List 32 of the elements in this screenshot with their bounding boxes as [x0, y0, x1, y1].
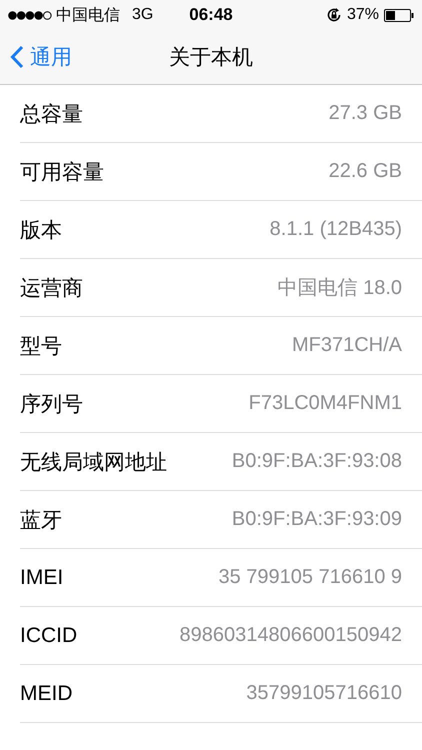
signal-icon	[8, 10, 52, 20]
row-value: 35 799105 716610 9	[218, 566, 402, 589]
row-value: 8.1.1 (12B435)	[270, 218, 402, 241]
row-value: MF371CH/A	[292, 334, 402, 357]
row-label: 版本	[20, 218, 62, 244]
clock-time: 06:48	[189, 5, 233, 25]
battery-percent: 37%	[346, 6, 380, 24]
row-value: 89860314806600150942	[180, 624, 402, 647]
battery-icon	[384, 8, 414, 22]
row-label: 蓝牙	[20, 508, 62, 534]
row-value: B0:9F:BA:3F:93:09	[232, 508, 402, 531]
row-label: 总容量	[20, 102, 83, 128]
chevron-left-icon	[10, 45, 24, 69]
row-label: 无线局域网地址	[20, 450, 167, 476]
back-button[interactable]: 通用	[0, 43, 72, 71]
row-value: B0:9F:BA:3F:93:08	[232, 450, 402, 473]
row-label: 运营商	[20, 276, 83, 302]
row-label: ICCID	[20, 624, 78, 648]
row-value: 27.3 GB	[328, 102, 402, 125]
row-label: 序列号	[20, 392, 83, 418]
row-label: MEID	[20, 682, 72, 706]
row-value: 35799105716610	[246, 682, 402, 705]
row-label: IMEI	[20, 566, 64, 590]
network-type: 3G	[132, 6, 154, 24]
row-value: F73LC0M4FNM1	[248, 392, 402, 415]
page-title: 关于本机	[169, 45, 253, 71]
row-value: 中国电信 18.0	[278, 276, 402, 301]
carrier-name: 中国电信	[56, 6, 120, 26]
rotation-lock-icon	[326, 7, 342, 23]
row-value: 22.6 GB	[328, 160, 402, 183]
row-label: 可用容量	[20, 160, 104, 186]
row-label: 型号	[20, 334, 62, 360]
